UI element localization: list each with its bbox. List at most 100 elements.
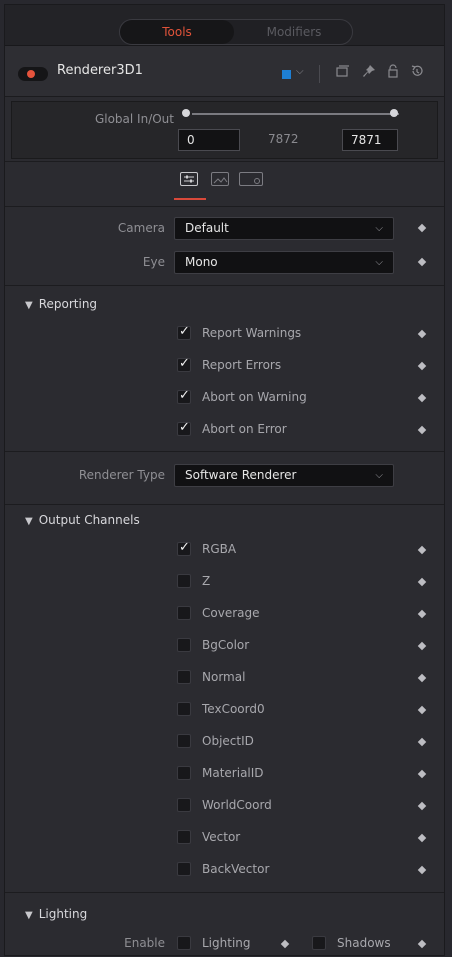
chevron-down-icon: ▼ [25, 300, 33, 311]
renderer-type-value: Software Renderer [185, 468, 297, 482]
reporting-item-checkbox[interactable] [177, 356, 191, 372]
keyframe-diamond-icon[interactable] [417, 545, 427, 555]
tabs-bar: Tools Modifiers [5, 5, 444, 46]
eye-value: Mono [185, 255, 218, 269]
channel-label: TexCoord0 [202, 702, 265, 716]
chevron-down-icon: ▼ [25, 516, 33, 527]
chevron-down-icon: ⌵ [375, 223, 383, 234]
channel-label: ObjectID [202, 734, 254, 748]
pin-icon[interactable] [362, 64, 376, 82]
channel-label: Z [202, 574, 211, 588]
reporting-item-label: Report Warnings [202, 326, 302, 340]
keyframe-diamond-icon[interactable] [417, 705, 427, 715]
reporting-item-checkbox[interactable] [177, 324, 191, 340]
keyframe-diamond-icon[interactable] [417, 737, 427, 747]
channel-label: BackVector [202, 862, 270, 876]
reporting-item-label: Abort on Error [202, 422, 287, 436]
camera-dropdown[interactable]: Default ⌵ [174, 217, 394, 240]
channel-checkbox[interactable] [177, 606, 191, 620]
output-channels-header[interactable]: ▼ Output Channels [25, 513, 140, 527]
eye-label: Eye [142, 255, 165, 269]
channel-checkbox[interactable] [177, 574, 191, 588]
shadows-label: Shadows [337, 936, 391, 950]
keyframe-diamond-icon[interactable] [417, 939, 427, 949]
slider-start-knob[interactable] [182, 109, 190, 117]
renderer-type-dropdown[interactable]: Software Renderer ⌵ [174, 464, 394, 487]
keyframe-diamond-icon[interactable] [417, 609, 427, 619]
keyframe-diamond-icon[interactable] [417, 641, 427, 651]
keyframe-diamond-icon[interactable] [417, 361, 427, 371]
reporting-item-checkbox[interactable] [177, 420, 191, 436]
channel-checkbox[interactable] [177, 798, 191, 812]
channel-checkbox[interactable] [177, 862, 191, 876]
keyframe-diamond-icon[interactable] [417, 393, 427, 403]
reporting-item-checkbox[interactable] [177, 388, 191, 404]
global-inout-inset: Global In/Out 0 7872 7871 [11, 101, 438, 159]
slider-end-knob[interactable] [390, 109, 398, 117]
channel-checkbox[interactable] [177, 638, 191, 652]
keyframe-diamond-icon[interactable] [417, 329, 427, 339]
tab-tools[interactable]: Tools [120, 20, 234, 44]
reporting-item-label: Report Errors [202, 358, 282, 372]
frame-count: 7872 [268, 132, 299, 146]
lighting-header[interactable]: ▼ Lighting [25, 907, 87, 921]
reporting-section: ▼Reporting Report Warnings Report Errors A… [5, 286, 444, 452]
lighting-checkbox[interactable] [177, 936, 191, 950]
tab-modifiers[interactable]: Modifiers [236, 20, 352, 44]
global-inout-slider[interactable] [192, 113, 399, 115]
inspector-panel: Tools Modifiers Renderer3D1 ⌵ Global In/… [4, 4, 445, 956]
channel-label: Vector [202, 830, 241, 844]
channel-checkbox[interactable] [177, 670, 191, 684]
eye-dropdown[interactable]: Mono ⌵ [174, 251, 394, 274]
channel-checkbox[interactable] [177, 830, 191, 844]
enable-label: Enable [124, 936, 165, 950]
lighting-label: Lighting [202, 936, 251, 950]
channel-label: BgColor [202, 638, 250, 652]
renderer-type-section: Renderer Type Software Renderer ⌵ [5, 452, 444, 505]
chevron-down-icon: ⌵ [375, 257, 383, 268]
channel-checkbox[interactable] [177, 540, 191, 556]
reset-icon[interactable] [410, 64, 424, 82]
keyframe-diamond-icon[interactable] [417, 769, 427, 779]
channel-label: Normal [202, 670, 246, 684]
keyframe-diamond-icon[interactable] [417, 257, 427, 267]
tool-name[interactable]: Renderer3D1 [57, 63, 143, 78]
reporting-item-label: Abort on Warning [202, 390, 307, 404]
global-inout-section: Global In/Out 0 7872 7871 [5, 97, 444, 162]
end-frame-field[interactable]: 7871 [342, 129, 398, 151]
channel-checkbox[interactable] [177, 734, 191, 748]
chevron-down-icon: ⌵ [375, 470, 383, 481]
channel-checkbox[interactable] [177, 702, 191, 716]
keyframe-diamond-icon[interactable] [417, 223, 427, 233]
chevron-down-icon[interactable]: ⌵ [296, 66, 304, 77]
camera-value: Default [185, 221, 229, 235]
controls-tab-icon[interactable] [180, 172, 198, 186]
keyframe-diamond-icon[interactable] [417, 577, 427, 587]
reporting-header[interactable]: ▼ Reporting [25, 297, 97, 311]
color-swatch[interactable] [282, 70, 291, 79]
divider [319, 65, 320, 83]
channel-checkbox[interactable] [177, 766, 191, 780]
keyframe-diamond-icon[interactable] [417, 673, 427, 683]
keyframe-diamond-icon[interactable] [417, 801, 427, 811]
keyframe-diamond-icon[interactable] [280, 939, 290, 949]
output-channels-section: ▼Output Channels RGBA Z Coverage BgColor Nor… [5, 505, 444, 893]
start-frame-field[interactable]: 0 [178, 129, 240, 151]
tool-enable-toggle[interactable] [18, 67, 48, 81]
tab-switcher: Tools Modifiers [119, 19, 353, 45]
image-tab-icon[interactable] [211, 172, 229, 186]
chevron-down-icon: ▼ [25, 910, 33, 921]
settings-tab-icon[interactable] [239, 172, 263, 186]
active-tab-indicator [174, 198, 206, 200]
shadows-checkbox[interactable] [312, 936, 326, 950]
channel-label: WorldCoord [202, 798, 272, 812]
channel-label: RGBA [202, 542, 237, 556]
tool-header: Renderer3D1 ⌵ [5, 46, 444, 97]
camera-label: Camera [117, 221, 165, 235]
window-icon[interactable] [335, 64, 349, 82]
keyframe-diamond-icon[interactable] [417, 865, 427, 875]
keyframe-diamond-icon[interactable] [417, 833, 427, 843]
keyframe-diamond-icon[interactable] [417, 425, 427, 435]
renderer-type-label: Renderer Type [78, 468, 165, 482]
lock-icon[interactable] [386, 64, 400, 82]
